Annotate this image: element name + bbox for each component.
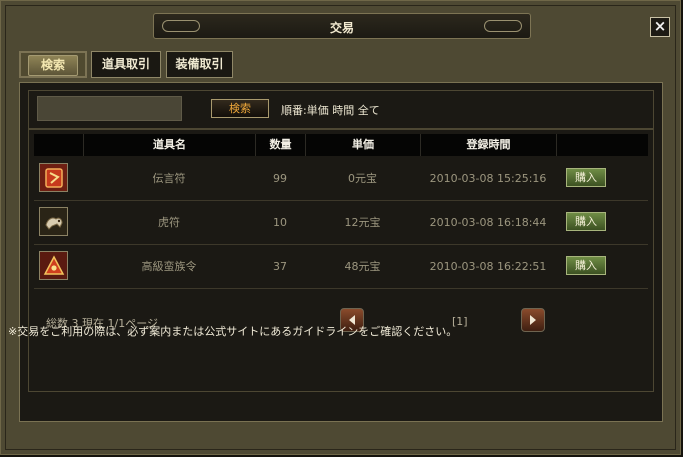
header-action (556, 134, 648, 156)
header-listed-time: 登録時間 (420, 134, 556, 156)
buy-button[interactable]: 購入 (566, 256, 606, 275)
item-quantity: 10 (273, 216, 287, 229)
title-bar: 交易 (153, 13, 531, 39)
listing-table: 道具名 数量 単価 登録時間 伝言符 99 0元宝 2010-03-08 15:… (28, 128, 654, 392)
tab-search[interactable]: 検索 (19, 51, 87, 78)
item-quantity: 99 (273, 172, 287, 185)
search-input[interactable] (37, 96, 182, 121)
header-item-name: 道具名 (83, 134, 255, 156)
tiger-tally-icon (39, 207, 68, 236)
header-unit-price: 単価 (305, 134, 420, 156)
search-button[interactable]: 検索 (211, 99, 269, 118)
item-time: 2010-03-08 16:22:51 (429, 260, 547, 273)
item-name: 虎符 (158, 216, 180, 229)
tab-equipment-trade[interactable]: 装備取引 (166, 51, 233, 78)
sort-options[interactable]: 順番:単価 時間 全て (281, 102, 380, 118)
table-header: 道具名 数量 単価 登録時間 (34, 134, 648, 156)
header-icon-column (34, 134, 83, 156)
barbarian-order-icon (39, 251, 68, 280)
table-row: 伝言符 99 0元宝 2010-03-08 15:25:16 購入 (34, 157, 648, 201)
buy-button[interactable]: 購入 (566, 168, 606, 187)
close-button[interactable]: × (650, 17, 670, 37)
item-price: 12元宝 (344, 216, 381, 229)
item-name: 伝言符 (152, 172, 186, 185)
search-bar: 検索 順番:単価 時間 全て (28, 90, 654, 130)
buy-button[interactable]: 購入 (566, 212, 606, 231)
header-quantity: 数量 (255, 134, 305, 156)
tab-item-trade[interactable]: 道具取引 (91, 51, 161, 78)
item-price: 48元宝 (344, 260, 381, 273)
item-price: 0元宝 (348, 172, 377, 185)
red-talisman-icon (39, 163, 68, 192)
item-time: 2010-03-08 15:25:16 (429, 172, 547, 185)
table-row: 高級蛮族令 37 48元宝 2010-03-08 16:22:51 購入 (34, 245, 648, 289)
trade-window: 交易 × 検索 道具取引 装備取引 検索 順番:単価 時間 全て 道具名 数量 … (0, 0, 681, 455)
ornament-right-icon (484, 20, 522, 32)
item-quantity: 37 (273, 260, 287, 273)
tab-search-label: 検索 (27, 55, 78, 76)
table-row: 虎符 10 12元宝 2010-03-08 16:18:44 購入 (34, 201, 648, 245)
window-title: 交易 (329, 21, 354, 35)
item-time: 2010-03-08 16:18:44 (429, 216, 547, 229)
search-panel: 検索 順番:単価 時間 全て 道具名 数量 単価 登録時間 伝言符 99 0元宝… (19, 82, 663, 422)
usage-note: ※交易をご利用の際は、必ず案内または公式サイトにあるガイドラインをご確認ください… (8, 325, 458, 338)
item-name: 高級蛮族令 (141, 260, 197, 273)
